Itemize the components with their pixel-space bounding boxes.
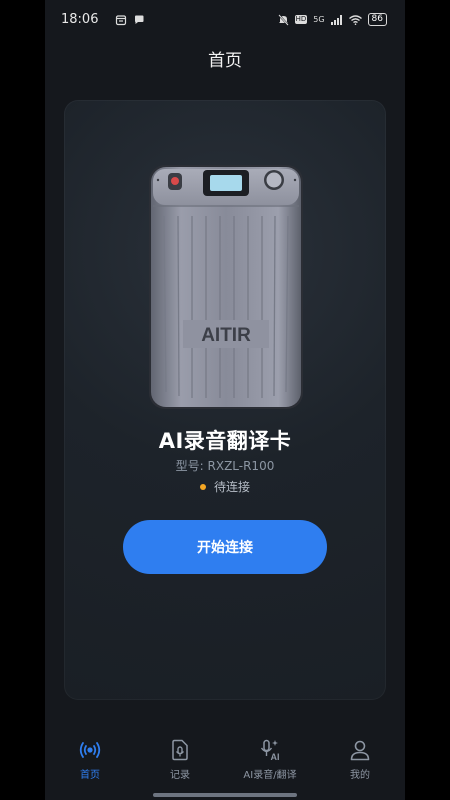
connection-status: 待连接: [64, 478, 386, 495]
device-card: AITIR AI录音翻译卡 型号: RXZL-R100 待连接 开始连接: [64, 100, 386, 700]
status-time: 18:06: [61, 12, 99, 27]
nav-item-ai-recording[interactable]: AI AI录音/翻译: [225, 738, 315, 788]
mute-icon: [277, 13, 289, 26]
start-connect-button[interactable]: 开始连接: [123, 520, 327, 574]
nav-label-records: 记录: [170, 770, 190, 781]
chat-bubble-icon: [135, 15, 144, 24]
broadcast-icon: [79, 742, 101, 758]
device-brand-text: AITIR: [201, 325, 251, 346]
home-indicator[interactable]: [153, 793, 297, 797]
phone-frame: 18:06 HD 5G 86 首页 AITIR AI录音翻译卡 型号: RXZL…: [0, 0, 450, 800]
nav-label-home: 首页: [80, 770, 100, 781]
hd-badge: HD: [294, 15, 308, 24]
app-screen: 18:06 HD 5G 86 首页 AITIR AI录音翻译卡 型号: RXZL…: [45, 0, 405, 800]
calendar-icon: [115, 15, 127, 26]
bottom-navigation: 首页 记录 AI AI录音/翻译 我的: [45, 730, 405, 800]
nav-item-home[interactable]: 首页: [45, 738, 135, 788]
network-label: 5G: [313, 15, 325, 24]
nav-label-profile: 我的: [350, 770, 370, 781]
svg-text:AI: AI: [271, 752, 280, 762]
connection-status-text: 待连接: [213, 480, 250, 494]
wifi-icon: [348, 14, 362, 25]
status-bar: 18:06 HD 5G 86: [45, 0, 405, 40]
user-icon: [350, 740, 370, 761]
nav-label-ai-recording: AI录音/翻译: [243, 770, 297, 781]
status-dot: [199, 483, 206, 490]
nav-item-records[interactable]: 记录: [135, 738, 225, 788]
nav-item-profile[interactable]: 我的: [315, 738, 405, 788]
record-file-icon: [172, 739, 188, 761]
signal-icon: [330, 14, 342, 25]
recorder-device-image: AITIR: [149, 165, 303, 409]
device-name: AI录音翻译卡: [158, 429, 292, 453]
system-status-icons: HD 5G 86: [277, 13, 387, 26]
ai-mic-icon: AI: [260, 739, 280, 762]
notification-icons: [115, 14, 145, 26]
device-model: 型号: RXZL-R100: [175, 459, 275, 473]
battery-indicator: 86: [367, 13, 387, 26]
page-title: 首页: [208, 51, 242, 71]
